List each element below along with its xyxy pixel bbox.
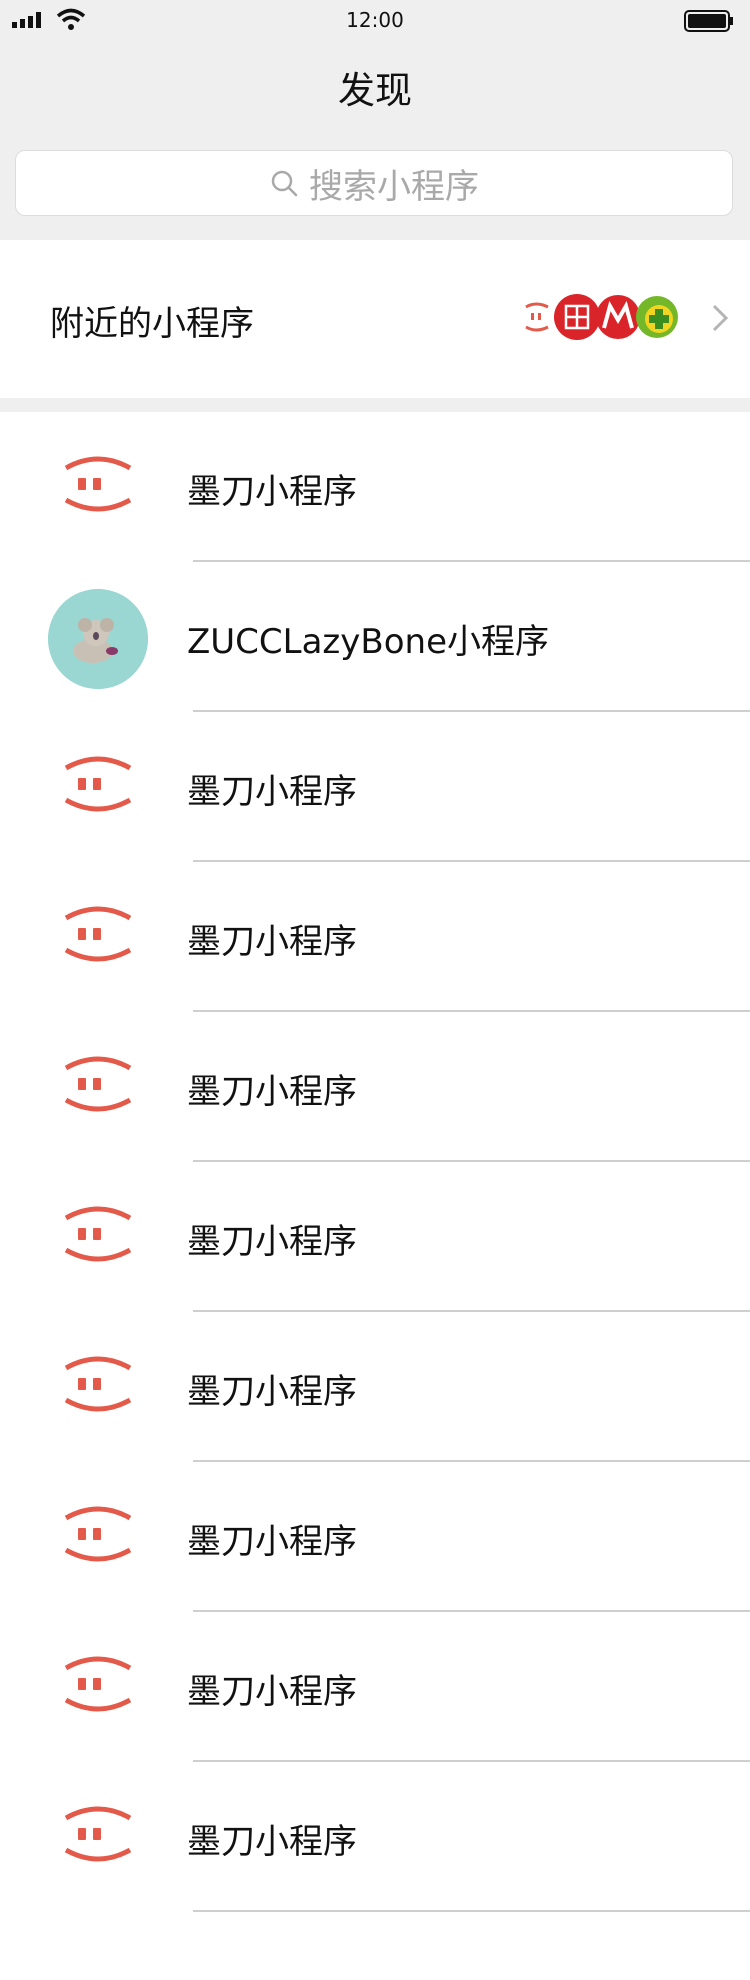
moda-icon [64,1506,132,1562]
row-separator [193,1910,750,1912]
moda-icon [64,456,132,512]
metro-logo-icon [596,295,640,339]
status-time: 12:00 [346,8,404,32]
green-plus-icon [636,296,678,338]
list-item[interactable]: 墨刀小程序 [0,862,750,1012]
moda-icon [64,906,132,962]
list-item[interactable]: 墨刀小程序 [0,1612,750,1762]
list-item-label: 墨刀小程序 [187,922,357,962]
moda-icon [64,1656,132,1712]
list-item[interactable]: 墨刀小程序 [0,1012,750,1162]
list-item[interactable]: 墨刀小程序 [0,712,750,862]
koala-icon [48,589,148,689]
status-bar: 12:00 [0,0,750,40]
red-logo-icon [554,294,600,340]
section-divider [0,398,750,412]
list-item[interactable]: 墨刀小程序 [0,1312,750,1462]
search-placeholder: 搜索小程序 [309,166,479,207]
chevron-right-icon [712,304,729,332]
nearby-icons [525,294,678,340]
list-item[interactable]: 墨刀小程序 [0,412,750,562]
list-item-label: ZUCCLazyBone小程序 [187,622,549,662]
list-item[interactable]: 墨刀小程序 [0,1462,750,1612]
battery-icon [684,10,733,32]
moda-icon [64,1806,132,1862]
list-item-label: 墨刀小程序 [187,1822,357,1862]
list-item-label: 墨刀小程序 [187,472,357,512]
list-item[interactable]: 墨刀小程序 [0,1762,750,1912]
nearby-label: 附近的小程序 [50,304,254,344]
list-item-label: 墨刀小程序 [187,772,357,812]
list-item-label: 墨刀小程序 [187,1222,357,1262]
moda-icon [525,302,549,332]
nearby-mini-programs[interactable]: 附近的小程序 [0,240,750,398]
list-item-label: 墨刀小程序 [187,1372,357,1412]
list-item[interactable]: 墨刀小程序 [0,1162,750,1312]
moda-icon [64,1356,132,1412]
header: 发现 搜索小程序 [0,40,750,240]
moda-icon [64,1056,132,1112]
list-item-label: 墨刀小程序 [187,1522,357,1562]
page-title: 发现 [338,69,412,112]
list-item-label: 墨刀小程序 [187,1072,357,1112]
list-item[interactable]: ZUCCLazyBone小程序 [0,562,750,712]
search-icon [271,170,298,197]
mini-program-list: 墨刀小程序 ZUCCLazyBone小程序 墨刀小程序 墨刀小程序 墨刀小程序 … [0,412,750,1912]
moda-icon [64,756,132,812]
list-item-label: 墨刀小程序 [187,1672,357,1712]
moda-icon [64,1206,132,1262]
search-input[interactable]: 搜索小程序 [15,150,733,216]
koala-avatar [48,589,148,689]
